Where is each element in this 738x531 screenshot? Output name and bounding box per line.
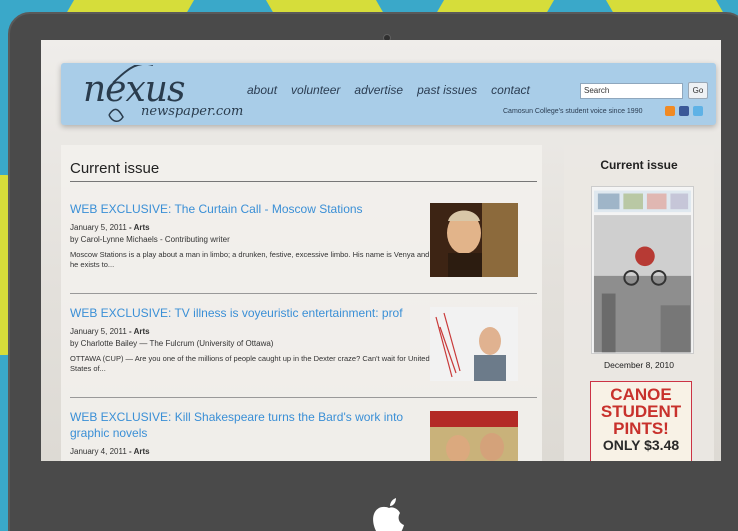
article-category[interactable]: Arts xyxy=(134,447,150,456)
article-thumbnail[interactable] xyxy=(430,203,518,277)
nav-contact[interactable]: contact xyxy=(491,83,530,97)
facebook-icon[interactable] xyxy=(679,106,689,116)
apple-logo-icon xyxy=(373,498,404,531)
article-date: January 5, 2011 xyxy=(70,223,127,232)
article-thumbnail[interactable] xyxy=(430,411,518,461)
social-links xyxy=(665,106,703,116)
main-content: Current issue WEB EXCLUSIVE: The Curtain… xyxy=(61,145,542,461)
browser-viewport: nexus newspaper.com about volunteer adve… xyxy=(41,40,721,461)
article-category[interactable]: Arts xyxy=(134,327,150,336)
issue-date: December 8, 2010 xyxy=(604,360,674,370)
search-go-button[interactable]: Go xyxy=(688,82,708,99)
article-excerpt: Moscow Stations is a play about a man in… xyxy=(70,250,430,269)
divider xyxy=(70,397,537,398)
nav-about[interactable]: about xyxy=(247,83,277,97)
ad-line: CANOE xyxy=(610,385,672,404)
section-title: Current issue xyxy=(70,160,160,177)
divider xyxy=(70,181,537,182)
article-date: January 4, 2011 xyxy=(70,447,127,456)
nav-advertise[interactable]: advertise xyxy=(354,83,403,97)
article-category[interactable]: Arts xyxy=(134,223,150,232)
current-issue-cover[interactable] xyxy=(591,186,694,354)
advertisement[interactable]: CANOE STUDENT PINTS! ONLY $3.48 xyxy=(590,381,692,461)
twitter-icon[interactable] xyxy=(693,106,703,116)
sidebar: Current issue December 8, 2010 CANOE STU… xyxy=(564,145,714,461)
site-logo-subtitle: newspaper.com xyxy=(141,104,244,119)
article-title-link[interactable]: WEB EXCLUSIVE: TV illness is voyeuristic… xyxy=(70,305,420,321)
article-excerpt: OTTAWA (CUP) — Are you one of the millio… xyxy=(70,354,430,373)
article-title-link[interactable]: WEB EXCLUSIVE: The Curtain Call - Moscow… xyxy=(70,201,420,217)
nav-volunteer[interactable]: volunteer xyxy=(291,83,340,97)
ad-line: STUDENT xyxy=(600,402,682,421)
nav-past-issues[interactable]: past issues xyxy=(417,83,477,97)
site-header: nexus newspaper.com about volunteer adve… xyxy=(61,63,716,125)
ad-line: PINTS! xyxy=(613,419,669,438)
divider xyxy=(70,293,537,294)
site-tagline: Camosun College's student voice since 19… xyxy=(503,108,643,115)
article-thumbnail[interactable] xyxy=(430,307,518,381)
sidebar-title: Current issue xyxy=(600,158,678,172)
article-date: January 5, 2011 xyxy=(70,327,127,336)
search-input[interactable]: Search xyxy=(580,83,683,99)
ad-line: ONLY $3.48 xyxy=(602,437,680,453)
rss-icon[interactable] xyxy=(665,106,675,116)
article-title-link[interactable]: WEB EXCLUSIVE: Kill Shakespeare turns th… xyxy=(70,409,420,441)
main-nav: about volunteer advertise past issues co… xyxy=(247,83,530,97)
